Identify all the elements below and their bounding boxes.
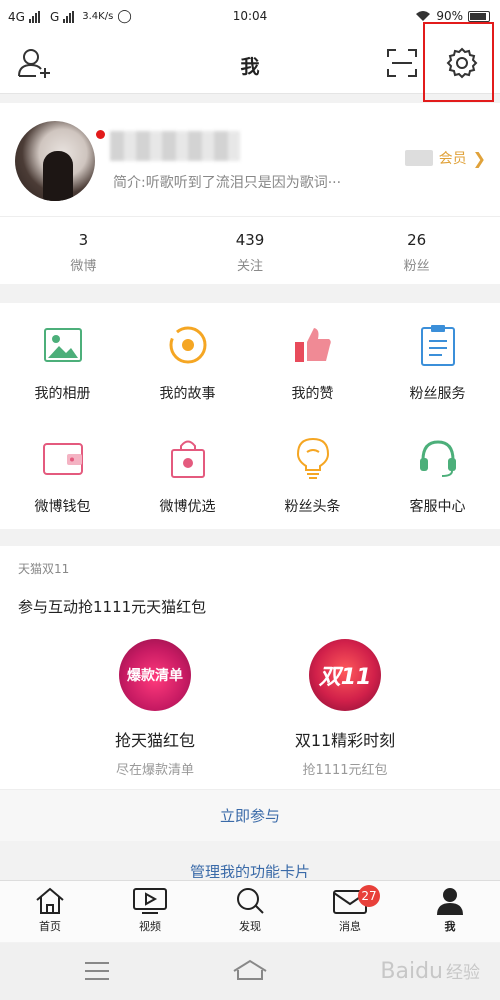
chevron-right-icon: ❯ (472, 148, 486, 168)
tab-label: 首页 (39, 920, 61, 933)
tab-messages[interactable]: 消息 27 (300, 881, 400, 942)
tab-label: 消息 (339, 920, 361, 933)
stat-weibo[interactable]: 3 微博 (0, 217, 167, 284)
profile-icon (437, 888, 463, 915)
vip-entry[interactable]: 会员 ❯ (404, 148, 486, 168)
grid-item-likes[interactable]: 我的赞 (250, 303, 375, 416)
clipboard-icon (418, 323, 458, 367)
wifi-icon (416, 11, 431, 21)
stat-label: 粉丝 (403, 259, 430, 274)
status-right: 90% (415, 9, 490, 23)
stat-value: 439 (235, 231, 265, 249)
grid-item-youxuan[interactable]: 微博优选 (125, 416, 250, 529)
watermark-brand: Baidu (380, 959, 443, 984)
username-blurred (110, 131, 240, 161)
grid-label: 粉丝服务 (409, 386, 466, 402)
grid-label: 微博优选 (159, 499, 216, 515)
grid-item-fan-service[interactable]: 粉丝服务 (375, 303, 500, 416)
grid-label: 微博钱包 (34, 499, 91, 515)
grid-item-fan-headline[interactable]: 粉丝头条 (250, 416, 375, 529)
vip-badge-icon (404, 150, 433, 166)
photo-album-icon (43, 323, 83, 367)
bottom-tab-bar: 首页 视频 发现 消息 27 我 (0, 880, 500, 942)
grid-item-service-center[interactable]: 客服中心 (375, 416, 500, 529)
menu-icon[interactable] (84, 961, 110, 981)
system-nav-bar: Baidu 经验 (0, 943, 500, 1000)
tab-home[interactable]: 首页 (0, 881, 100, 942)
video-icon (133, 888, 167, 914)
home-nav-icon[interactable] (232, 959, 268, 981)
headset-icon (418, 436, 458, 480)
watermark-suffix: 经验 (446, 963, 480, 983)
promo-item-name: 双11精彩时刻 (294, 731, 396, 750)
stat-following[interactable]: 439 关注 (167, 217, 334, 284)
promo-circle-image: 爆款清单 (119, 639, 191, 711)
grid-label: 粉丝头条 (284, 499, 341, 515)
grid-item-album[interactable]: 我的相册 (0, 303, 125, 416)
tab-label: 视频 (139, 920, 161, 933)
tab-label: 我 (444, 920, 456, 933)
function-grid: 我的相册 我的故事 我的赞 粉丝服务 微博钱包 微博优选 粉丝头条 客服中心 (0, 303, 500, 529)
grid-item-wallet[interactable]: 微博钱包 (0, 416, 125, 529)
grid-label: 客服中心 (409, 499, 466, 515)
join-now-button[interactable]: 立即参与 (0, 789, 500, 841)
tab-video[interactable]: 视频 (100, 881, 200, 942)
baidu-watermark: Baidu 经验 (380, 958, 480, 984)
promo-circle-image: 双11 (309, 639, 381, 711)
shopping-bag-icon (168, 436, 208, 480)
stat-label: 微博 (70, 259, 97, 274)
lightbulb-icon (293, 436, 333, 480)
battery-percent: 90% (436, 9, 463, 23)
promo-tag: 天猫双11 (18, 562, 70, 576)
promo-card: 天猫双11 参与互动抢1111元天猫红包 爆款清单 抢天猫红包 尽在爆款清单 双… (0, 546, 500, 789)
profile-card[interactable]: 简介:听歌听到了流泪只是因为歌词··· 会员 ❯ (0, 103, 500, 216)
promo-item-name: 抢天猫红包 (114, 731, 195, 750)
grid-label: 我的相册 (34, 386, 91, 402)
grid-label: 我的赞 (291, 386, 334, 402)
settings-highlight-box (423, 22, 494, 102)
manage-cards-link[interactable]: 管理我的功能卡片 (0, 848, 500, 878)
story-icon (168, 323, 208, 367)
tab-label: 发现 (239, 920, 261, 933)
promo-title: 参与互动抢1111元天猫红包 (18, 598, 207, 616)
stats-row: 3 微博 439 关注 26 粉丝 (0, 216, 500, 284)
unread-badge: 27 (358, 885, 380, 907)
stat-followers[interactable]: 26 粉丝 (333, 217, 500, 284)
tab-me[interactable]: 我 (400, 881, 500, 942)
promo-item-sub: 尽在爆款清单 (115, 763, 194, 778)
grid-label: 我的故事 (159, 386, 216, 402)
profile-bio: 简介:听歌听到了流泪只是因为歌词··· (113, 175, 342, 191)
stat-value: 3 (78, 231, 89, 249)
avatar[interactable] (15, 121, 95, 201)
promo-item-hongbao[interactable]: 爆款清单 抢天猫红包 尽在爆款清单 (85, 639, 225, 778)
stat-value: 26 (407, 231, 427, 249)
search-icon (237, 888, 264, 914)
thumbs-up-icon (293, 323, 333, 367)
vip-label: 会员 (438, 151, 467, 167)
promo-item-double11[interactable]: 双11 双11精彩时刻 抢1111元红包 (275, 639, 415, 778)
wallet-icon (42, 436, 83, 480)
stat-label: 关注 (237, 259, 264, 274)
promo-item-sub: 抢1111元红包 (302, 763, 388, 778)
battery-icon (468, 10, 490, 22)
notification-dot (96, 130, 105, 139)
home-icon (36, 887, 64, 914)
grid-item-story[interactable]: 我的故事 (125, 303, 250, 416)
scan-icon[interactable] (382, 45, 422, 81)
tab-discover[interactable]: 发现 (200, 881, 300, 942)
